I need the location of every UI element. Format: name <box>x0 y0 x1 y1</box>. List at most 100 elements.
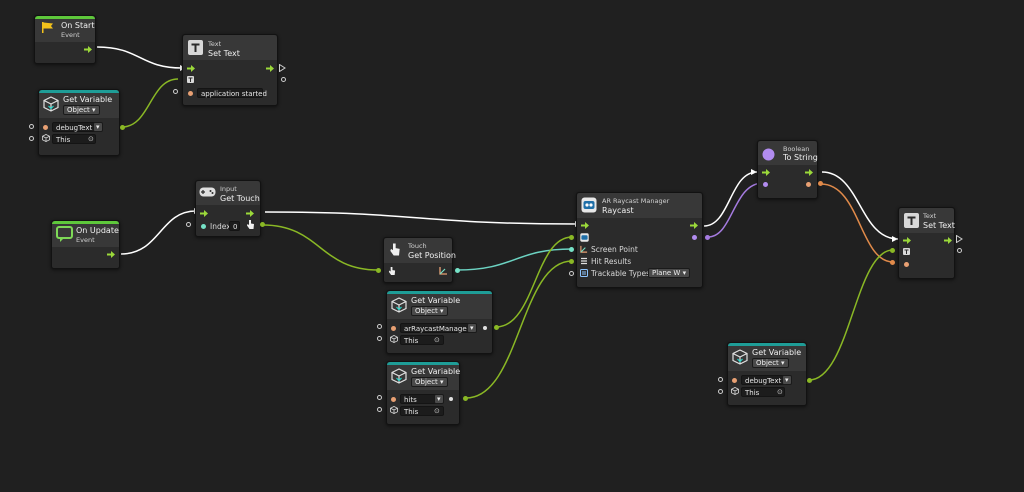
node-subtitle: AR Raycast Manager <box>602 197 670 205</box>
trackable-types-value: Plane W <box>652 269 681 277</box>
target-icon[interactable]: ⊙ <box>88 135 94 143</box>
hit-results-input-port[interactable] <box>569 259 574 264</box>
flow-in-port[interactable] <box>187 65 195 72</box>
target-icon[interactable]: ⊙ <box>434 407 440 415</box>
trackable-types-dropdown[interactable]: Plane W ▾ <box>648 268 691 278</box>
list-icon <box>581 257 587 265</box>
node-get-position[interactable]: Touch Get Position <box>383 237 456 283</box>
unconnected-pin[interactable] <box>173 89 178 94</box>
kind-dropdown[interactable]: Object ▾ <box>752 358 789 368</box>
node-title: Get Variable <box>63 95 113 104</box>
target-icon[interactable]: ⊙ <box>434 336 440 344</box>
bool-out-wire-port[interactable] <box>705 235 710 240</box>
flow-in-port[interactable] <box>200 210 208 217</box>
node-get-variable[interactable]: Get Variable Object ▾ arRaycastManager ▾… <box>386 290 493 354</box>
variable-cube-icon <box>391 297 407 313</box>
node-raycast[interactable]: AR Raycast Manager Raycast Screen Point … <box>576 192 703 288</box>
index-field[interactable]: 0 <box>229 221 240 231</box>
position-output-port[interactable] <box>455 268 460 273</box>
node-title: Set Text <box>208 49 240 58</box>
kind-dropdown[interactable]: Object ▾ <box>411 306 448 316</box>
raycast-manager-input-port[interactable] <box>569 235 574 240</box>
target-icon[interactable]: ⊙ <box>777 388 783 396</box>
bool-output-port[interactable] <box>692 235 697 240</box>
string-input-port[interactable] <box>904 262 909 267</box>
object-output-port[interactable] <box>483 326 487 330</box>
node-set-text[interactable]: Text Set Text <box>898 207 955 279</box>
flow-in-port[interactable] <box>903 237 911 244</box>
scope-value: This <box>745 389 760 397</box>
bool-input-port[interactable] <box>763 182 768 187</box>
node-set-text[interactable]: Text Set Text application started <box>182 34 278 106</box>
flow-in-port[interactable] <box>581 222 589 229</box>
touch-output-port[interactable] <box>260 222 265 227</box>
unconnected-pin[interactable] <box>377 324 382 329</box>
object-output-port[interactable] <box>463 396 468 401</box>
object-output-port[interactable] <box>807 378 812 383</box>
variable-dropdown[interactable]: ▾ <box>93 122 103 132</box>
unconnected-pin[interactable] <box>29 136 34 141</box>
variable-dropdown[interactable]: ▾ <box>782 375 792 385</box>
unconnected-pin[interactable] <box>377 336 382 341</box>
screen-point-input-port[interactable] <box>569 247 574 252</box>
unconnected-pin[interactable] <box>186 222 191 227</box>
screen-point-label: Screen Point <box>591 245 638 254</box>
node-subtitle: Event <box>61 31 80 39</box>
node-get-variable[interactable]: Get Variable Object ▾ debugText ▾ This ⊙ <box>727 342 807 406</box>
node-to-string[interactable]: Boolean To String <box>757 140 818 199</box>
flow-out-port[interactable] <box>246 210 254 217</box>
node-on-start[interactable]: On Start Event <box>34 15 96 64</box>
boolean-dot-icon <box>762 148 775 161</box>
string-port[interactable] <box>43 125 48 130</box>
string-input-wire-port[interactable] <box>890 260 895 265</box>
flow-wire-onstart-settext <box>96 46 183 69</box>
string-port[interactable] <box>391 326 396 331</box>
string-input-port[interactable] <box>188 91 193 96</box>
unconnected-pin[interactable] <box>718 377 723 382</box>
node-get-variable[interactable]: Get Variable Object ▾ hits ▾ This ⊙ <box>386 361 460 425</box>
unconnected-pin[interactable] <box>377 395 382 400</box>
unconnected-pin[interactable] <box>29 124 34 129</box>
string-port[interactable] <box>732 378 737 383</box>
flow-in-port[interactable] <box>762 169 770 176</box>
node-get-variable[interactable]: Get Variable Object ▾ debugText ▾ This ⊙ <box>38 89 120 156</box>
text-value-field[interactable]: application started <box>197 88 267 98</box>
variable-dropdown[interactable]: ▾ <box>434 394 444 404</box>
flow-continue-arrow[interactable] <box>279 64 286 72</box>
trackable-types-label: Trackable Types <box>591 269 651 278</box>
node-on-update[interactable]: On Update Event <box>51 220 120 269</box>
variable-dropdown[interactable]: ▾ <box>467 323 477 333</box>
variable-name: hits <box>404 396 417 404</box>
node-title: To String <box>783 153 818 162</box>
flow-out-port[interactable] <box>944 237 952 244</box>
unconnected-pin[interactable] <box>957 248 962 253</box>
text-input-port[interactable] <box>890 248 895 253</box>
int-input-port[interactable] <box>201 224 206 229</box>
variable-name-field[interactable]: arRaycastManager <box>400 323 474 333</box>
variable-name: debugText <box>745 377 782 385</box>
vector-axis-icon <box>439 267 447 275</box>
string-output-port[interactable] <box>806 182 811 187</box>
flow-out-port[interactable] <box>84 46 92 53</box>
string-out-wire-port[interactable] <box>818 181 823 186</box>
unconnected-pin[interactable] <box>718 389 723 394</box>
flow-out-port[interactable] <box>690 222 698 229</box>
object-output-port[interactable] <box>120 125 125 130</box>
gameobject-icon <box>42 134 50 142</box>
unconnected-pin[interactable] <box>569 271 574 276</box>
unconnected-pin[interactable] <box>377 407 382 412</box>
flow-out-port[interactable] <box>266 65 274 72</box>
kind-dropdown[interactable]: Object ▾ <box>63 105 100 115</box>
unconnected-pin[interactable] <box>281 77 286 82</box>
node-get-touch[interactable]: Input Get Touch Index 0 <box>195 180 261 237</box>
touch-input-port[interactable] <box>376 268 381 273</box>
gameobject-icon <box>390 406 398 414</box>
flow-out-port[interactable] <box>805 169 813 176</box>
flow-out-port[interactable] <box>107 251 115 258</box>
flow-continue-arrow[interactable] <box>956 235 963 243</box>
string-port[interactable] <box>391 397 396 402</box>
touch-hand-icon <box>390 243 400 256</box>
kind-dropdown[interactable]: Object ▾ <box>411 377 448 387</box>
object-output-port[interactable] <box>449 397 453 401</box>
object-output-port[interactable] <box>494 325 499 330</box>
